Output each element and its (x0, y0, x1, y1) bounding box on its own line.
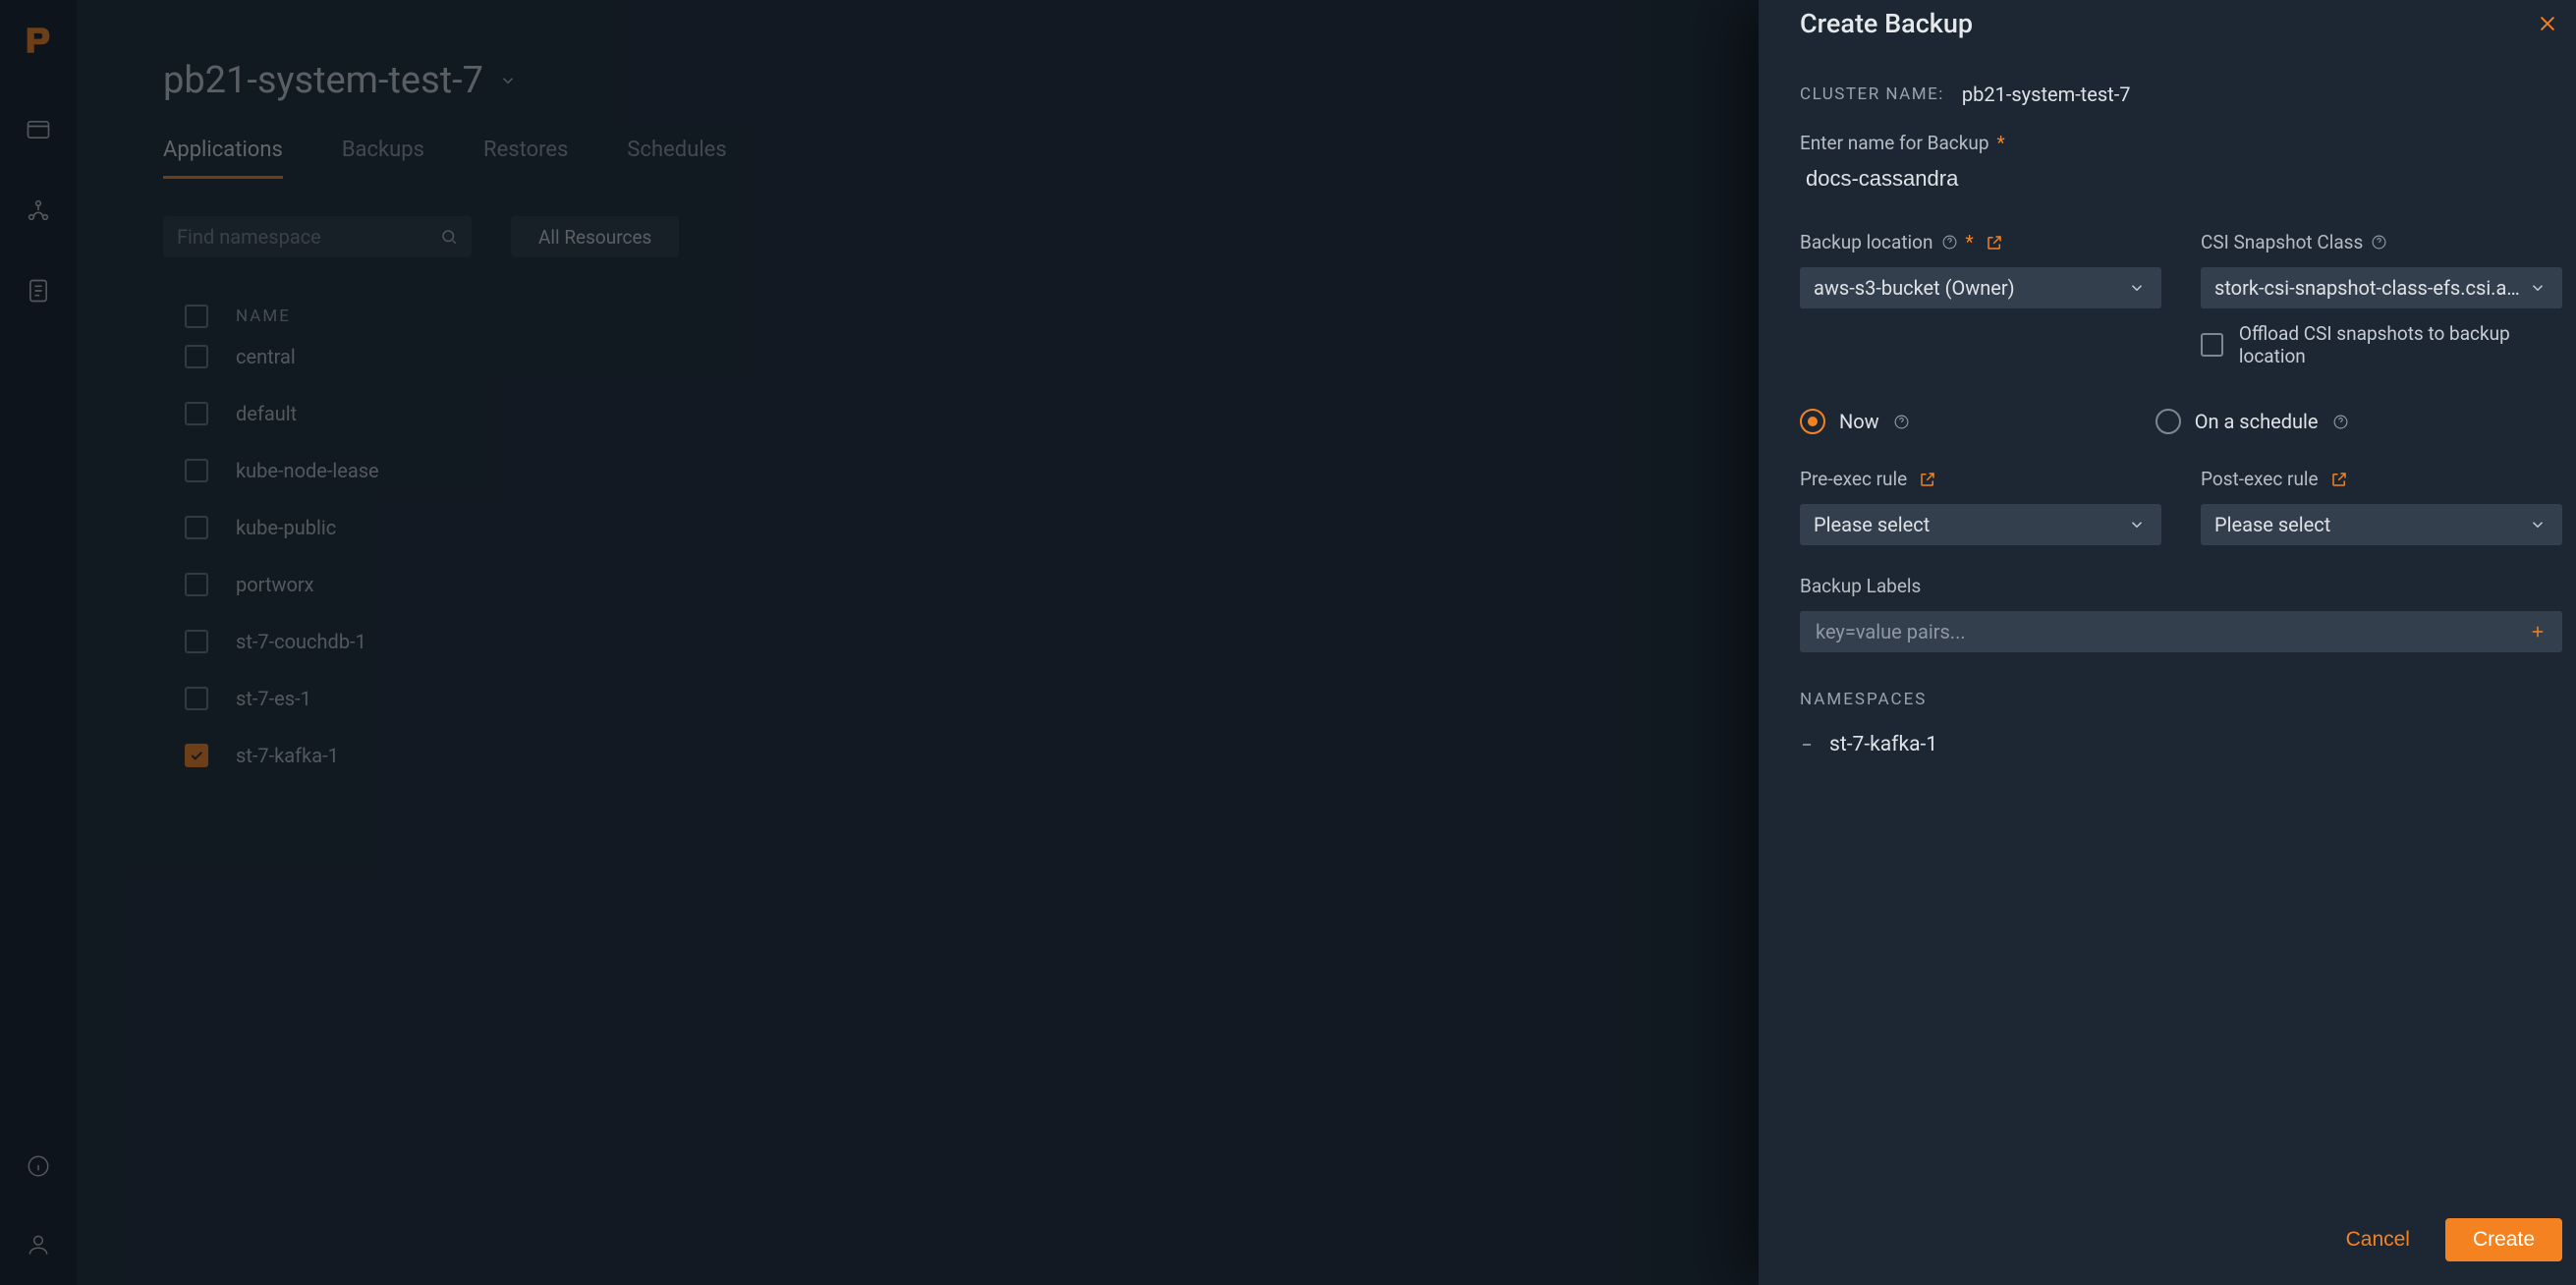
namespace-item: st-7-kafka-1 (1800, 733, 2562, 756)
csi-snapshot-field: CSI Snapshot Class stork-csi-snapshot-cl… (2201, 231, 2562, 367)
offload-label: Offload CSI snapshots to backup location (2239, 322, 2562, 367)
backup-labels-label: Backup Labels (1800, 575, 1921, 597)
post-exec-select[interactable]: Please select (2201, 504, 2562, 545)
close-icon[interactable] (2537, 13, 2558, 34)
cancel-button[interactable]: Cancel (2340, 1218, 2416, 1261)
cluster-name-value: pb21-system-test-7 (1962, 83, 2131, 106)
drawer-footer: Cancel Create (1759, 1195, 2576, 1285)
external-link-icon[interactable] (1919, 471, 1936, 488)
radio-schedule[interactable]: On a schedule (2156, 409, 2349, 434)
plus-icon[interactable] (2529, 623, 2547, 641)
help-icon[interactable] (1893, 414, 1910, 430)
drawer-title: Create Backup (1800, 8, 1973, 39)
create-backup-drawer: Create Backup CLUSTER NAME: pb21-system-… (1759, 0, 2576, 1285)
drawer-header: Create Backup (1759, 0, 2576, 59)
help-icon[interactable] (2332, 414, 2349, 430)
external-link-icon[interactable] (2330, 471, 2348, 488)
schedule-radio-group: Now On a schedule (1800, 409, 2562, 434)
pre-exec-label: Pre-exec rule (1800, 468, 1907, 490)
backup-labels-field: Backup Labels key=value pairs... (1800, 575, 2562, 652)
radio-now[interactable]: Now (1800, 409, 1910, 434)
backup-name-input[interactable] (1800, 154, 2562, 203)
offload-checkbox-row[interactable]: Offload CSI snapshots to backup location (2201, 322, 2562, 367)
create-button[interactable]: Create (2445, 1218, 2562, 1261)
chevron-down-icon (2529, 279, 2547, 297)
backup-labels-input[interactable]: key=value pairs... (1800, 611, 2562, 652)
backup-location-label: Backup location (1800, 231, 1933, 253)
csi-snapshot-select[interactable]: stork-csi-snapshot-class-efs.csi.aws (2201, 267, 2562, 308)
chevron-down-icon (2529, 516, 2547, 533)
csi-snapshot-label: CSI Snapshot Class (2201, 231, 2363, 253)
cluster-name-label: CLUSTER NAME: (1800, 84, 1944, 104)
external-link-icon[interactable] (1986, 234, 2003, 251)
post-exec-label: Post-exec rule (2201, 468, 2319, 490)
post-exec-field: Post-exec rule Please select (2201, 468, 2562, 545)
backup-location-field: Backup location * aws-s3-bucket (Owner) (1800, 231, 2161, 367)
help-icon[interactable] (2371, 234, 2387, 251)
pre-exec-field: Pre-exec rule Please select (1800, 468, 2161, 545)
pre-exec-select[interactable]: Please select (1800, 504, 2161, 545)
chevron-down-icon (2128, 516, 2146, 533)
backup-name-field: Enter name for Backup* (1800, 132, 2562, 203)
minus-icon[interactable] (1800, 738, 1814, 752)
radio-schedule-input[interactable] (2156, 409, 2181, 434)
cluster-name-row: CLUSTER NAME: pb21-system-test-7 (1800, 83, 2562, 106)
backup-location-select[interactable]: aws-s3-bucket (Owner) (1800, 267, 2161, 308)
help-icon[interactable] (1941, 234, 1958, 251)
offload-checkbox[interactable] (2201, 333, 2223, 357)
chevron-down-icon (2128, 279, 2146, 297)
namespaces-section: NAMESPACES st-7-kafka-1 (1800, 690, 2562, 756)
namespaces-heading: NAMESPACES (1800, 690, 2562, 709)
drawer-body: CLUSTER NAME: pb21-system-test-7 Enter n… (1759, 59, 2576, 1195)
backup-name-label: Enter name for Backup (1800, 132, 1989, 154)
radio-now-input[interactable] (1800, 409, 1825, 434)
